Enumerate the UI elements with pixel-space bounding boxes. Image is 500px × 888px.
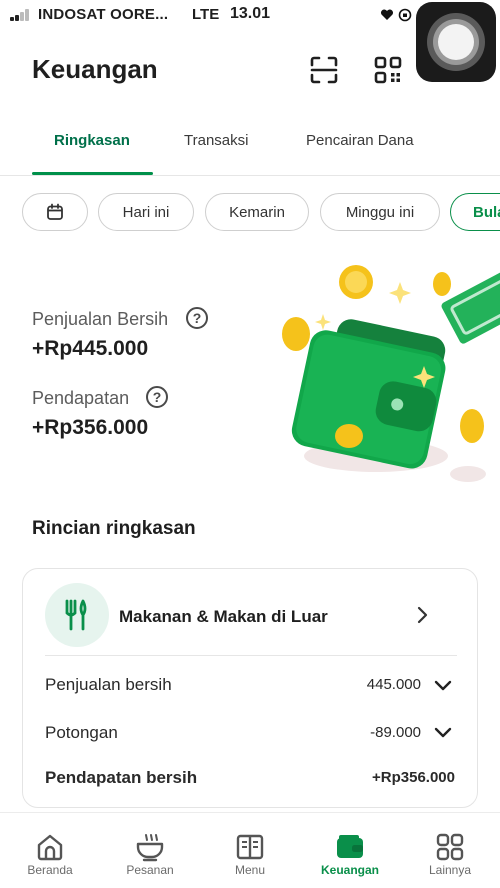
rotation-lock-icon: [398, 8, 412, 22]
row-value-pendapatan-bersih: +Rp356.000: [372, 769, 455, 786]
status-bar: INDOSAT OORE... LTE 13.01: [0, 0, 500, 82]
home-icon: [37, 834, 63, 861]
tab-transaksi[interactable]: Transaksi: [184, 132, 248, 149]
income-label: Pendapatan: [32, 388, 130, 408]
section-title-rincian: Rincian ringkasan: [32, 518, 196, 539]
carrier-name: INDOSAT OORE...: [38, 6, 169, 23]
nav-item-pesanan[interactable]: Pesanan: [100, 813, 200, 888]
summary-detail-card: Makanan & Makan di Luar Penjualan bersih…: [22, 568, 478, 808]
nav-label-pesanan: Pesanan: [126, 863, 174, 877]
net-sales-value: +Rp445.000: [32, 337, 149, 360]
filter-chip-minggu-ini[interactable]: Minggu ini: [320, 193, 440, 231]
nav-label-keuangan: Keuangan: [320, 863, 379, 877]
network-type: LTE: [192, 6, 220, 23]
income-value: +Rp356.000: [32, 416, 149, 439]
row-value-penjualan-bersih: 445.000: [366, 676, 421, 693]
category-icon-badge: [45, 583, 109, 647]
nav-label-beranda: Beranda: [27, 863, 73, 877]
nav-item-lainnya[interactable]: Lainnya: [400, 813, 500, 888]
fork-knife-icon: [65, 599, 87, 631]
bottom-navigation: Beranda Pesanan Menu Keuangan Lainnya: [0, 812, 500, 888]
nav-item-menu[interactable]: Menu: [200, 813, 300, 888]
bowl-icon: [136, 834, 164, 862]
grid-icon: [436, 833, 464, 861]
menu-book-icon: [236, 834, 264, 860]
wallet-icon: [337, 835, 363, 858]
tab-ringkasan[interactable]: Ringkasan: [54, 132, 130, 149]
expand-potongan-chevron-down-icon[interactable]: [433, 726, 453, 740]
assistive-touch-button[interactable]: [416, 2, 496, 82]
net-sales-label: Penjualan Bersih: [32, 309, 169, 329]
date-picker-chip[interactable]: [22, 193, 88, 231]
active-tab-indicator: [32, 172, 153, 175]
heart-icon: [380, 9, 394, 20]
filter-chip-hari-ini[interactable]: Hari ini: [98, 193, 194, 231]
status-time: 13.01: [230, 5, 271, 22]
scan-icon[interactable]: [308, 54, 340, 86]
tab-bar: Ringkasan Transaksi Pencairan Dana: [0, 118, 500, 176]
row-value-potongan: -89.000: [370, 724, 421, 741]
net-sales-help-icon[interactable]: ?: [186, 307, 208, 329]
expand-penjualan-chevron-down-icon[interactable]: [433, 679, 453, 693]
signal-strength-icon: [10, 9, 34, 21]
card-divider: [45, 655, 457, 656]
page-title: Keuangan: [32, 54, 158, 84]
category-title[interactable]: Makanan & Makan di Luar: [119, 607, 328, 627]
calendar-icon: [47, 203, 63, 220]
row-label-pendapatan-bersih: Pendapatan bersih: [45, 768, 198, 787]
chevron-right-icon[interactable]: [415, 605, 431, 625]
nav-item-keuangan[interactable]: Keuangan: [300, 813, 400, 888]
nav-item-beranda[interactable]: Beranda: [0, 813, 100, 888]
qr-code-icon[interactable]: [372, 54, 404, 86]
income-help-icon[interactable]: ?: [146, 386, 168, 408]
nav-label-menu: Menu: [234, 863, 266, 877]
row-label-potongan: Potongan: [45, 723, 118, 742]
filter-chip-kemarin[interactable]: Kemarin: [205, 193, 309, 231]
wallet-illustration: [282, 265, 500, 482]
row-label-penjualan-bersih: Penjualan bersih: [45, 675, 172, 694]
filter-chip-bulan-ini[interactable]: Bula: [450, 193, 500, 231]
tab-pencairan-dana[interactable]: Pencairan Dana: [306, 132, 414, 149]
nav-label-lainnya: Lainnya: [428, 863, 472, 877]
